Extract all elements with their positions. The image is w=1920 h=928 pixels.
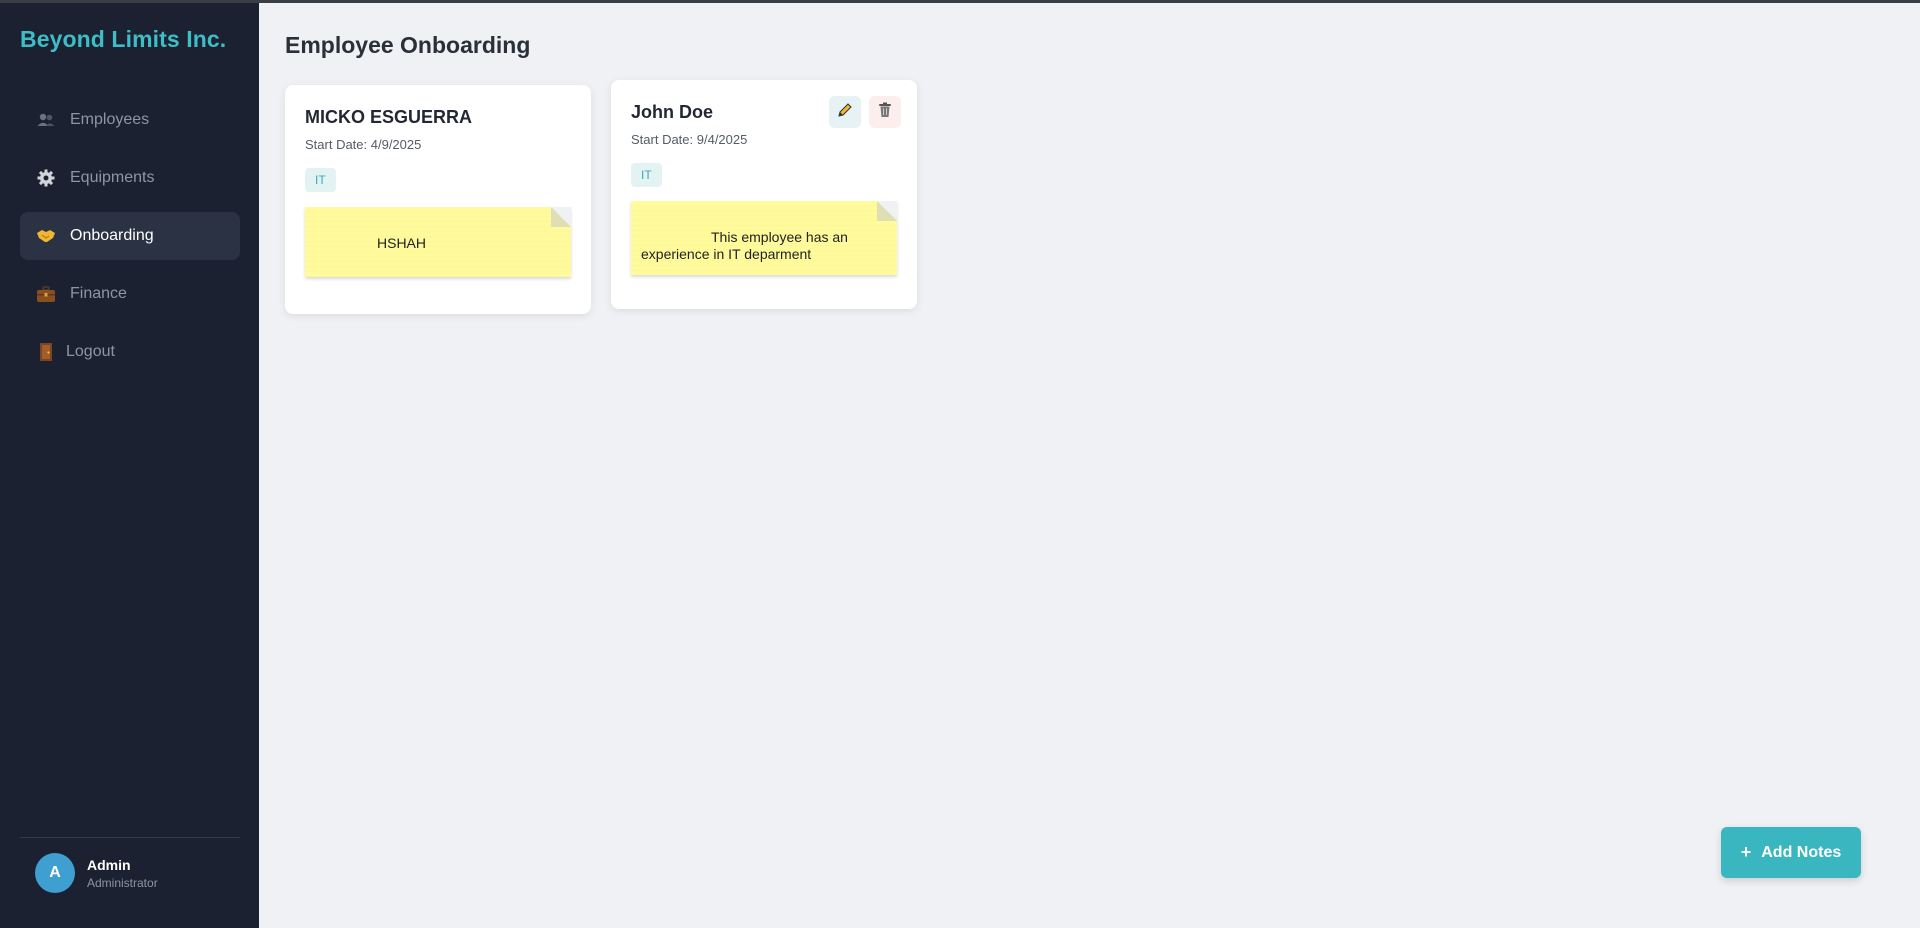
sidebar-nav: Employees Equipments Onboarding Finance …: [20, 96, 240, 386]
note-text: HSHAH: [377, 235, 427, 251]
avatar: A: [35, 853, 75, 893]
sidebar: Beyond Limits Inc. Employees Equipments …: [0, 0, 259, 928]
door-icon: [36, 342, 56, 362]
briefcase-icon: [36, 284, 56, 304]
brand-logo[interactable]: Beyond Limits Inc.: [20, 26, 226, 53]
user-name: Admin: [87, 856, 131, 873]
employee-card[interactable]: John Doe Start Date: 9/4/2025 IT This em…: [611, 80, 917, 309]
plus-icon: +: [1740, 842, 1752, 862]
sidebar-item-label: Finance: [70, 285, 127, 302]
employee-card[interactable]: MICKO ESGUERRA Start Date: 4/9/2025 IT H…: [285, 85, 591, 314]
sidebar-item-onboarding[interactable]: Onboarding: [20, 212, 240, 260]
employee-name: John Doe: [631, 102, 714, 122]
add-notes-button[interactable]: + Add Notes: [1721, 827, 1861, 878]
handshake-icon: [36, 226, 56, 246]
sidebar-item-finance[interactable]: Finance: [20, 270, 240, 318]
sidebar-item-label: Employees: [70, 111, 150, 128]
edit-button[interactable]: [829, 96, 861, 128]
user-role: Administrator: [87, 875, 158, 890]
delete-button[interactable]: [869, 96, 901, 128]
department-tag: IT: [305, 168, 336, 192]
department-tag: IT: [631, 163, 662, 187]
sidebar-item-label: Equipments: [70, 169, 155, 186]
page-title: Employee Onboarding: [285, 32, 531, 58]
sticky-note: HSHAH: [305, 207, 571, 277]
note-text: This employee has an experience in IT de…: [641, 229, 848, 262]
user-profile[interactable]: A Admin Administrator: [35, 853, 158, 893]
trash-icon: [878, 102, 892, 123]
sidebar-item-equipments[interactable]: Equipments: [20, 154, 240, 202]
start-date: Start Date: 9/4/2025: [631, 132, 748, 147]
sidebar-item-label: Onboarding: [70, 227, 154, 244]
sidebar-item-employees[interactable]: Employees: [20, 96, 240, 144]
pencil-icon: [837, 102, 853, 123]
user-info: Admin Administrator: [87, 857, 158, 890]
top-border: [0, 0, 1920, 3]
sticky-note: This employee has an experience in IT de…: [631, 201, 897, 275]
user-divider: [20, 837, 240, 838]
employee-name: MICKO ESGUERRA: [305, 107, 473, 127]
sidebar-item-label: Logout: [66, 343, 115, 360]
gear-icon: [36, 168, 56, 188]
add-notes-label: Add Notes: [1761, 843, 1842, 861]
sidebar-item-logout[interactable]: Logout: [20, 328, 240, 376]
start-date: Start Date: 4/9/2025: [305, 137, 422, 152]
people-icon: [36, 110, 56, 130]
